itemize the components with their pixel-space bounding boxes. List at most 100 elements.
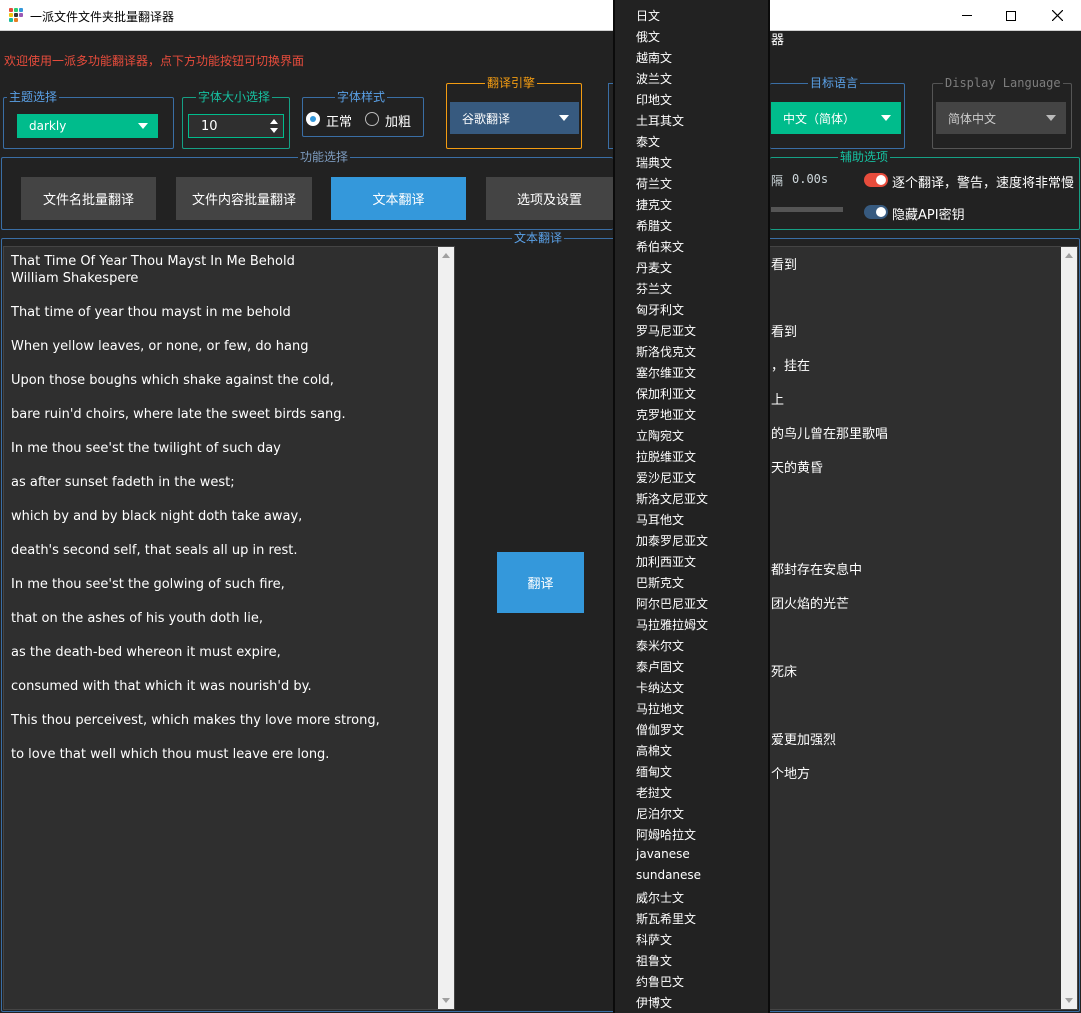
language-option[interactable]: 僧伽罗文 [636,721,684,738]
toggle-sequential[interactable] [864,173,888,187]
btn-text-translate[interactable]: 文本翻译 [331,177,466,220]
language-option[interactable]: 斯洛伐克文 [636,343,696,360]
source-text-area[interactable]: That Time Of Year Thou Mayst In Me Behol… [3,246,455,1010]
spin-up-icon[interactable] [270,119,278,124]
language-option[interactable]: 斯瓦希里文 [636,910,696,927]
target-value: 中文（简体） [783,111,856,126]
language-option[interactable]: 俄文 [636,28,660,45]
fontsize-value: 10 [201,119,218,134]
target-language-select[interactable]: 中文（简体） [771,102,901,134]
interval-value: 0.00s [792,172,829,186]
language-option[interactable]: sundanese [636,868,701,882]
language-option[interactable]: 波兰文 [636,70,672,87]
source-line: In me thou see'st the golwing of such fi… [11,577,285,592]
language-option[interactable]: 泰文 [636,133,660,150]
language-option[interactable]: 泰卢固文 [636,658,684,675]
language-option[interactable]: 罗马尼亚文 [636,322,696,339]
language-option[interactable]: 威尔士文 [636,889,684,906]
language-option[interactable]: 捷克文 [636,196,672,213]
source-line: that on the ashes of his youth doth lie, [11,611,264,626]
theme-select[interactable]: darkly [17,114,158,138]
language-option[interactable]: javanese [636,847,690,861]
interval-slider[interactable] [771,207,843,212]
toggle-hide-api[interactable] [864,205,888,219]
language-option[interactable]: 巴斯克文 [636,574,684,591]
language-option[interactable]: 斯洛文尼亚文 [636,490,708,507]
maximize-button[interactable] [988,0,1034,31]
fontstyle-legend: 字体样式 [335,89,388,105]
language-option[interactable]: 立陶宛文 [636,427,684,444]
source-line: as the death-bed whereon it must expire, [11,645,281,660]
language-option[interactable]: 老挝文 [636,784,672,801]
language-option[interactable]: 缅甸文 [636,763,672,780]
engine-select[interactable]: 谷歌翻译 [450,102,579,134]
btn-settings[interactable]: 选项及设置 [486,177,613,220]
language-option[interactable]: 越南文 [636,49,672,66]
btn-filecontent-translate[interactable]: 文件内容批量翻译 [176,177,312,220]
result-scrollbar[interactable] [1061,247,1077,1009]
engine-legend: 翻译引擎 [485,75,538,91]
minimize-button[interactable] [944,0,990,31]
language-option[interactable]: 希腊文 [636,217,672,234]
language-option[interactable]: 伊博文 [636,994,672,1011]
scroll-up-icon[interactable] [442,253,450,258]
target-legend: 目标语言 [808,75,861,91]
chevron-down-icon [1046,115,1056,121]
language-option[interactable]: 马拉雅拉姆文 [636,616,708,633]
source-line: as after sunset fadeth in the west; [11,475,235,490]
language-option[interactable]: 祖鲁文 [636,952,672,969]
title-bar: 一派文件文件夹批量翻译器 [0,0,1081,31]
language-option[interactable]: 希伯来文 [636,238,684,255]
radio-bold-label: 加粗 [385,115,412,130]
language-option[interactable]: 加泰罗尼亚文 [636,532,708,549]
target-language-dropdown-list[interactable]: 日文俄文越南文波兰文印地文土耳其文泰文瑞典文荷兰文捷克文希腊文希伯来文丹麦文芬兰… [613,0,770,1013]
translate-button[interactable]: 翻译 [497,552,584,613]
language-option[interactable]: 芬兰文 [636,280,672,297]
language-option[interactable]: 尼泊尔文 [636,805,684,822]
language-option[interactable]: 马拉地文 [636,700,684,717]
toggle-knob [876,175,886,185]
language-option[interactable]: 瑞典文 [636,154,672,171]
fontsize-spinbox[interactable]: 10 [188,114,284,138]
radio-normal[interactable] [306,112,320,126]
language-option[interactable]: 荷兰文 [636,175,672,192]
language-option[interactable]: 高棉文 [636,742,672,759]
language-option[interactable]: 卡纳达文 [636,679,684,696]
language-option[interactable]: 印地文 [636,91,672,108]
maximize-icon [1006,10,1016,21]
result-line: 死床 [771,665,798,680]
display-language-select[interactable]: 简体中文 [936,102,1066,134]
scroll-down-icon[interactable] [442,998,450,1003]
btn-filename-translate[interactable]: 文件名批量翻译 [21,177,156,220]
close-button[interactable] [1034,0,1080,31]
scroll-up-icon[interactable] [1065,253,1073,258]
scroll-down-icon[interactable] [1065,998,1073,1003]
source-line: which by and by black night doth take aw… [11,509,303,524]
language-option[interactable]: 拉脱维亚文 [636,448,696,465]
language-option[interactable]: 丹麦文 [636,259,672,276]
language-option[interactable]: 日文 [636,7,660,24]
language-option[interactable]: 土耳其文 [636,112,684,129]
language-option[interactable]: 阿尔巴尼亚文 [636,595,708,612]
language-option[interactable]: 保加利亚文 [636,385,696,402]
source-scrollbar[interactable] [438,247,454,1009]
chevron-down-icon [559,115,569,121]
source-line: William Shakespere [11,271,139,286]
language-option[interactable]: 马耳他文 [636,511,684,528]
source-line: consumed with that which it was nourish'… [11,679,312,694]
source-line: to love that well which thou must leave … [11,747,330,762]
language-option[interactable]: 科萨文 [636,931,672,948]
spin-down-icon[interactable] [270,128,278,133]
result-text-area[interactable]: 看到 看到 ，挂在上的鸟儿曾在那里歌唱 天的黄昏 都封存在安息中 团火焰的光芒 死床 爱更加强… [770,246,1078,1010]
language-option[interactable]: 泰米尔文 [636,637,684,654]
scroll-thumb[interactable] [1063,265,1075,985]
language-option[interactable]: 匈牙利文 [636,301,684,318]
radio-bold[interactable] [365,112,379,126]
language-option[interactable]: 加利西亚文 [636,553,696,570]
language-option[interactable]: 塞尔维亚文 [636,364,696,381]
language-option[interactable]: 阿姆哈拉文 [636,826,696,843]
scroll-thumb[interactable] [440,265,452,985]
language-option[interactable]: 克罗地亚文 [636,406,696,423]
language-option[interactable]: 爱沙尼亚文 [636,469,696,486]
language-option[interactable]: 约鲁巴文 [636,973,684,990]
